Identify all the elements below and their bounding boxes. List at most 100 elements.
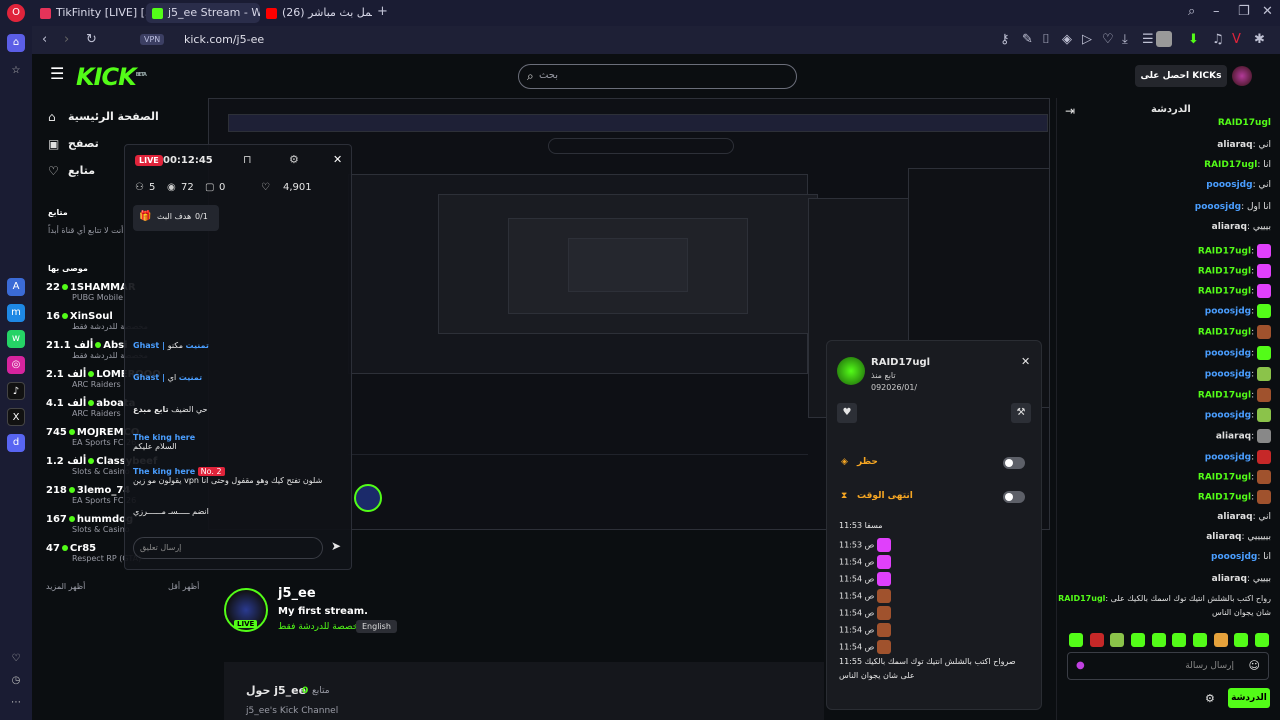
chat-username[interactable]: RAID17ugl <box>1198 493 1251 503</box>
collapse-chat-icon[interactable]: ⇥ <box>1065 104 1075 118</box>
opera-logo-icon[interactable]: O <box>7 4 25 22</box>
close-icon[interactable]: ✕ <box>333 153 342 166</box>
emote-icon[interactable] <box>1234 633 1249 647</box>
heart-icon[interactable]: ♡ <box>7 650 25 668</box>
emoji-icon[interactable]: ☺ <box>1249 659 1260 672</box>
download-ext-icon[interactable]: ⬇ <box>1188 33 1199 47</box>
kick-logo[interactable]: KICKBETA <box>76 63 147 91</box>
instagram-icon[interactable]: ◎ <box>7 356 25 374</box>
chat-username[interactable]: pooosjdg <box>1195 202 1241 212</box>
chat-settings-icon[interactable]: ⚙ <box>1205 692 1215 705</box>
extensions-icon[interactable]: ☰ <box>1142 33 1154 47</box>
url-field[interactable]: kick.com/j5-ee <box>184 33 264 46</box>
lock-icon[interactable]: ⊓ <box>243 153 252 166</box>
emote-icon[interactable] <box>1151 633 1166 647</box>
show-more-link[interactable]: أظهر المزيد <box>46 582 85 591</box>
shield-icon[interactable]: ◈ <box>1062 33 1072 47</box>
reload-icon[interactable]: ↻ <box>86 33 97 47</box>
puzzle-icon[interactable]: ✱ <box>1254 33 1265 47</box>
back-icon[interactable]: ‹ <box>42 33 47 47</box>
show-less-link[interactable]: أظهر أقل <box>168 582 199 591</box>
chat-username[interactable]: RAID17ugl <box>1058 594 1105 603</box>
microphone-icon[interactable]: ● <box>1076 660 1085 671</box>
star-icon[interactable]: ☆ <box>7 62 25 80</box>
music-icon[interactable]: ♫ <box>1212 33 1224 47</box>
overlay-comment-input[interactable]: إرسال تعليق <box>133 537 323 559</box>
chat-username[interactable]: RAID17ugl <box>1198 391 1251 401</box>
search-tabs-icon[interactable]: ⌕ <box>1188 5 1195 19</box>
tab-kick-stream[interactable]: j5_ee Stream - Watch Live <box>146 3 260 23</box>
more-icon[interactable]: ⋯ <box>7 694 25 712</box>
chat-username[interactable]: aliaraq <box>1212 574 1247 584</box>
chat-username[interactable]: aliaraq <box>1212 222 1247 232</box>
history-icon[interactable]: ◷ <box>7 672 25 690</box>
get-kicks-button[interactable]: احصل على KICKs <box>1135 65 1227 87</box>
aria-icon[interactable]: A <box>7 278 25 296</box>
profile-icon[interactable] <box>1156 31 1172 47</box>
chat-username[interactable]: pooosjdg <box>1206 180 1252 190</box>
close-icon[interactable]: ✕ <box>1021 355 1030 368</box>
nav-following[interactable]: متابع <box>68 164 95 177</box>
channel-name[interactable]: j5_ee <box>278 586 316 601</box>
download-icon[interactable]: ⤓ <box>1122 33 1128 47</box>
user-card[interactable]: RAID17ugl تابع منذ 092026/01/ ✕ ♥ ⚒ ◈ حظ… <box>826 340 1042 710</box>
chat-username[interactable]: aliaraq <box>1217 512 1252 522</box>
emote-icon[interactable] <box>1110 633 1125 647</box>
language-tag[interactable]: English <box>356 620 397 633</box>
forward-icon[interactable]: › <box>64 33 69 47</box>
chat-username[interactable]: RAID17ugl <box>1198 247 1251 257</box>
chat-username[interactable]: pooosjdg <box>1205 349 1251 359</box>
emote-icon[interactable] <box>1130 633 1145 647</box>
tikfinity-overlay[interactable]: LIVE 00:12:45 ⊓ ⚙ ✕ ⚇ 5 ◉ 72 ▢ 0 ♡ 4,901… <box>124 144 352 570</box>
minimize-icon[interactable]: – <box>1213 5 1220 19</box>
close-icon[interactable]: ✕ <box>1262 5 1273 19</box>
emote-icon[interactable] <box>1172 633 1187 647</box>
emote-icon[interactable] <box>1213 633 1228 647</box>
whatsapp-icon[interactable]: w <box>7 330 25 348</box>
chat-username[interactable]: RAID17ugl <box>1204 160 1257 170</box>
chat-username[interactable]: pooosjdg <box>1205 411 1251 421</box>
chat-username[interactable]: pooosjdg <box>1205 453 1251 463</box>
menu-icon[interactable]: ☰ <box>50 66 64 82</box>
chat-username[interactable]: RAID17ugl <box>1218 118 1271 128</box>
chat-username[interactable]: pooosjdg <box>1205 307 1251 317</box>
timeout-toggle[interactable] <box>1003 491 1025 503</box>
chat-username[interactable]: pooosjdg <box>1205 370 1251 380</box>
chat-username[interactable]: aliaraq <box>1217 140 1252 150</box>
search-input[interactable]: بحث ⌕ <box>518 64 797 89</box>
tab-youtube[interactable]: طريقة عمل بث مباشر (26) <box>260 3 372 23</box>
chat-username[interactable]: RAID17ugl <box>1198 473 1251 483</box>
emote-icon[interactable] <box>1192 633 1207 647</box>
chat-send-button[interactable]: الدردشة <box>1228 688 1270 708</box>
chat-username[interactable]: RAID17ugl <box>1198 328 1251 338</box>
camera-icon[interactable]: ⌷ <box>1042 33 1050 47</box>
tiktok-icon[interactable]: ♪ <box>7 382 25 400</box>
play-icon[interactable]: ▷ <box>1082 33 1092 47</box>
tab-tikfinity[interactable]: TikFinity [LIVE] [5 Viewers] <box>34 3 146 23</box>
emote-icon[interactable] <box>1069 633 1083 647</box>
settings-icon[interactable]: ⚙ <box>289 153 299 166</box>
emote-icon[interactable] <box>1254 633 1269 647</box>
chat-username[interactable]: RAID17ugl <box>1198 287 1251 297</box>
v-ext-icon[interactable]: V <box>1232 33 1241 47</box>
nav-browse[interactable]: تصفح <box>68 137 99 150</box>
home-icon[interactable]: ⌂ <box>7 34 25 52</box>
chat-username[interactable]: pooosjdg <box>1211 552 1257 562</box>
user-avatar[interactable] <box>1232 66 1252 86</box>
stream-category[interactable]: مخصصة للدردشة فقط <box>278 622 363 632</box>
maximize-icon[interactable]: ❐ <box>1238 5 1250 19</box>
send-icon[interactable]: ➤ <box>331 539 341 553</box>
vpn-badge[interactable]: VPN <box>140 34 165 45</box>
ban-toggle[interactable] <box>1003 457 1025 469</box>
new-tab-icon[interactable]: + <box>377 5 388 19</box>
emote-icon[interactable] <box>1089 633 1104 647</box>
gavel-icon[interactable]: ⚒ <box>1011 403 1031 423</box>
messenger-icon[interactable]: m <box>7 304 25 322</box>
heart-icon[interactable]: ♥ <box>837 403 857 423</box>
chat-input[interactable]: ● إرسال رسالة ☺ <box>1067 652 1269 680</box>
edit-icon[interactable]: ✎ <box>1022 33 1033 47</box>
nav-home[interactable]: الصفحة الرئيسية <box>68 110 159 123</box>
chat-username[interactable]: RAID17ugl <box>1198 267 1251 277</box>
key-icon[interactable]: ⚷ <box>1000 33 1010 47</box>
chat-username[interactable]: aliaraq <box>1206 532 1241 542</box>
